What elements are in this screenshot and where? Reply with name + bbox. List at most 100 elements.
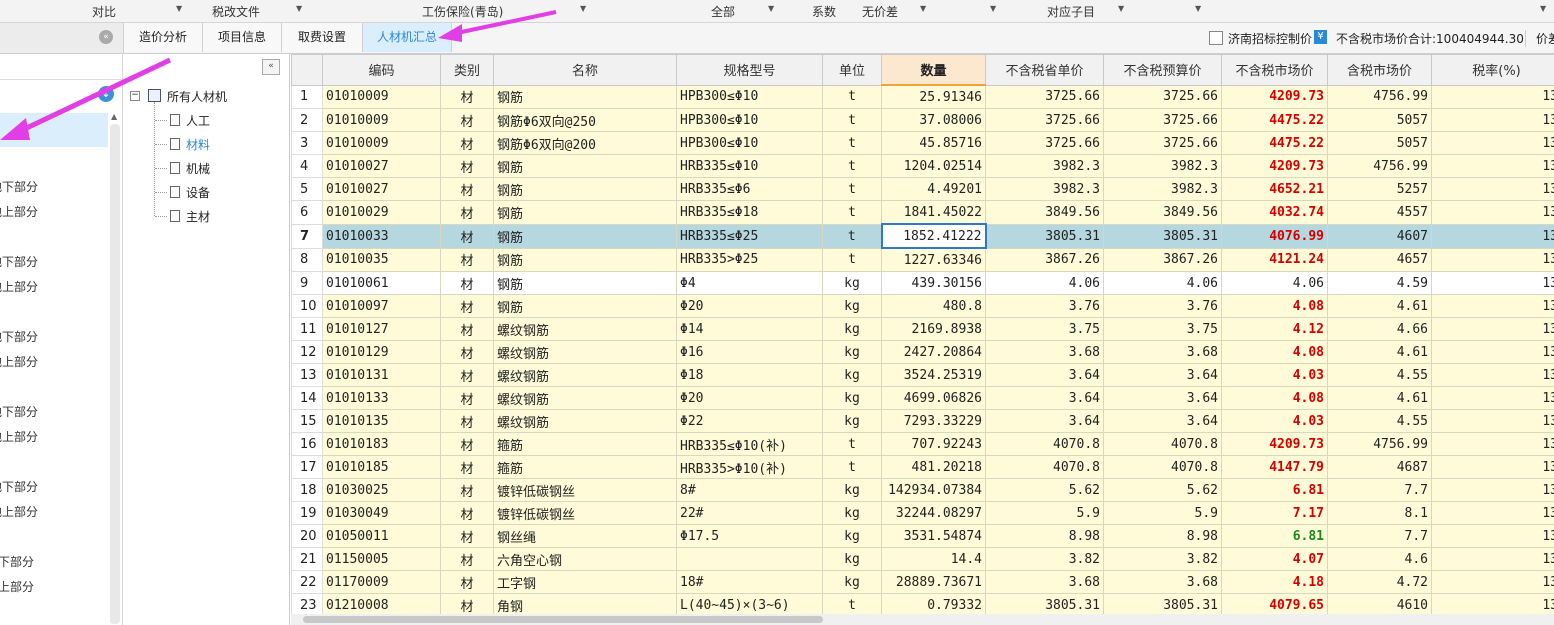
cell-quantity[interactable]: 37.08006 [881,108,986,132]
cell-category[interactable]: 材 [440,478,494,502]
cell-category[interactable]: 材 [440,108,494,132]
cell-name[interactable]: 螺纹钢筋 [493,409,677,433]
cell-name[interactable]: 钢筋Φ6双向@250 [493,108,677,132]
header-quantity[interactable]: 数量 [881,54,986,86]
cell-tax-rate[interactable]: 13 [1431,317,1554,341]
cell-market-price[interactable]: 4.18 [1221,570,1328,594]
left-item[interactable]: 上部分 [0,578,34,595]
chevron-down-icon[interactable]: ▼ [1118,4,1124,13]
cell-name[interactable]: 镀锌低碳钢丝 [493,478,677,502]
cell-spec[interactable]: Φ20 [676,294,823,318]
cell-tax-rate[interactable]: 13 [1431,223,1554,249]
cell-tax-rate[interactable]: 13 [1431,200,1554,225]
cell-market-price[interactable]: 4147.79 [1221,455,1328,479]
cell-province-price[interactable]: 3.64 [985,409,1104,433]
row-index[interactable]: 16 [291,432,323,456]
cell-unit[interactable]: kg [822,271,882,295]
table-row[interactable]: 9 01010061 材钢筋 Φ4 kg 439.30156 4.06 4.06 4.06 4.5… [291,271,1554,295]
cell-budget-price[interactable]: 3.68 [1103,340,1222,364]
cell-name[interactable]: 钢筋 [493,271,677,295]
corresponding-sub-dropdown[interactable]: 对应子目 [1047,3,1095,20]
cell-taxed-market-price[interactable]: 7.7 [1327,524,1432,548]
row-index[interactable]: 2 [291,108,323,132]
cell-quantity[interactable]: 1227.63346 [881,247,986,272]
row-index[interactable]: 23 [291,593,323,614]
left-item[interactable]: 下部分 [0,553,34,570]
left-item[interactable]: 地下部分 [0,478,38,495]
cell-quantity[interactable]: 4699.06826 [881,386,986,410]
header-unit[interactable]: 单位 [822,54,882,86]
cell-budget-price[interactable]: 3867.26 [1103,247,1222,272]
cell-category[interactable]: 材 [440,271,494,295]
cell-category[interactable]: 材 [440,200,494,225]
cell-taxed-market-price[interactable]: 4.61 [1327,386,1432,410]
cell-name[interactable]: 钢筋Φ6双向@200 [493,131,677,155]
cell-province-price[interactable]: 5.9 [985,501,1104,525]
cell-tax-rate[interactable]: 13 [1431,593,1554,614]
table-row[interactable]: 13 01010131 材螺纹钢筋 Φ18 kg 3524.25319 3.64 3.64 4.… [291,363,1554,387]
cell-spec[interactable]: Φ20 [676,386,823,410]
cell-tax-rate[interactable]: 13 [1431,154,1554,178]
cell-unit[interactable]: kg [822,363,882,387]
table-row[interactable]: 22 01170009 材工字钢 18# kg 28889.73671 3.68 3.68 4.… [291,570,1554,594]
cell-code[interactable]: 01050011 [322,524,441,548]
cell-unit[interactable]: kg [822,501,882,525]
cell-taxed-market-price[interactable]: 8.1 [1327,501,1432,525]
cell-market-price[interactable]: 4652.21 [1221,177,1328,201]
filter-all-dropdown[interactable]: 全部 [711,3,735,20]
cell-category[interactable]: 材 [440,386,494,410]
row-index[interactable]: 3 [291,131,323,155]
cell-quantity[interactable]: 480.8 [881,294,986,318]
download-icon[interactable]: ↓ [98,86,114,102]
cell-quantity[interactable]: 2427.20864 [881,340,986,364]
cell-tax-rate[interactable]: 13 [1431,271,1554,295]
cell-category[interactable]: 材 [440,524,494,548]
cell-market-price[interactable]: 4.08 [1221,386,1328,410]
cell-code[interactable]: 01010009 [322,131,441,155]
header-tax-rate[interactable]: 税率(%) [1431,54,1554,86]
cell-tax-rate[interactable]: 13 [1431,524,1554,548]
cell-quantity[interactable]: 28889.73671 [881,570,986,594]
cell-code[interactable]: 01030049 [322,501,441,525]
cell-market-price[interactable]: 4079.65 [1221,593,1328,614]
cell-taxed-market-price[interactable]: 4687 [1327,455,1432,479]
tab-cost-analysis[interactable]: 造价分析 [124,23,203,52]
cell-unit[interactable]: t [822,84,882,109]
cell-spec[interactable]: Φ18 [676,363,823,387]
cell-name[interactable]: 钢筋 [493,154,677,178]
cell-code[interactable]: 01010129 [322,340,441,364]
cell-tax-rate[interactable]: 13 [1431,409,1554,433]
cell-code[interactable]: 01210008 [322,593,441,614]
cell-category[interactable]: 材 [440,154,494,178]
chevron-down-icon[interactable]: ▼ [1195,4,1201,13]
cell-taxed-market-price[interactable]: 5057 [1327,108,1432,132]
cell-code[interactable]: 01170009 [322,570,441,594]
cell-spec[interactable]: 18# [676,570,823,594]
cell-name[interactable]: 螺纹钢筋 [493,386,677,410]
cell-budget-price[interactable]: 4070.8 [1103,455,1222,479]
header-category[interactable]: 类别 [440,54,494,86]
cell-spec[interactable]: HRB335>Φ10(补) [676,455,823,479]
cell-spec[interactable]: HRB335>Φ25 [676,247,823,272]
cell-province-price[interactable]: 3982.3 [985,154,1104,178]
table-row[interactable]: 6 01010029 材钢筋 HRB335≤Φ18 t 1841.45022 3849.56… [291,200,1554,225]
cell-budget-price[interactable]: 5.62 [1103,478,1222,502]
row-index[interactable]: 8 [291,247,323,272]
cell-unit[interactable]: kg [822,340,882,364]
chevron-down-icon[interactable]: ▼ [1540,4,1546,13]
collapse-left-icon[interactable]: « [99,30,113,44]
cell-code[interactable]: 01030025 [322,478,441,502]
cell-taxed-market-price[interactable]: 4657 [1327,247,1432,272]
row-index[interactable]: 9 [291,271,323,295]
cell-category[interactable]: 材 [440,247,494,272]
row-index[interactable]: 14 [291,386,323,410]
cell-quantity[interactable]: 707.92243 [881,432,986,456]
cell-tax-rate[interactable]: 13 [1431,455,1554,479]
cell-unit[interactable]: kg [822,386,882,410]
cell-spec[interactable]: HPB300≤Φ10 [676,108,823,132]
cell-market-price[interactable]: 4.08 [1221,294,1328,318]
cell-name[interactable]: 六角空心钢 [493,547,677,571]
cell-budget-price[interactable]: 4.06 [1103,271,1222,295]
cell-category[interactable]: 材 [440,363,494,387]
cell-unit[interactable]: t [822,177,882,201]
